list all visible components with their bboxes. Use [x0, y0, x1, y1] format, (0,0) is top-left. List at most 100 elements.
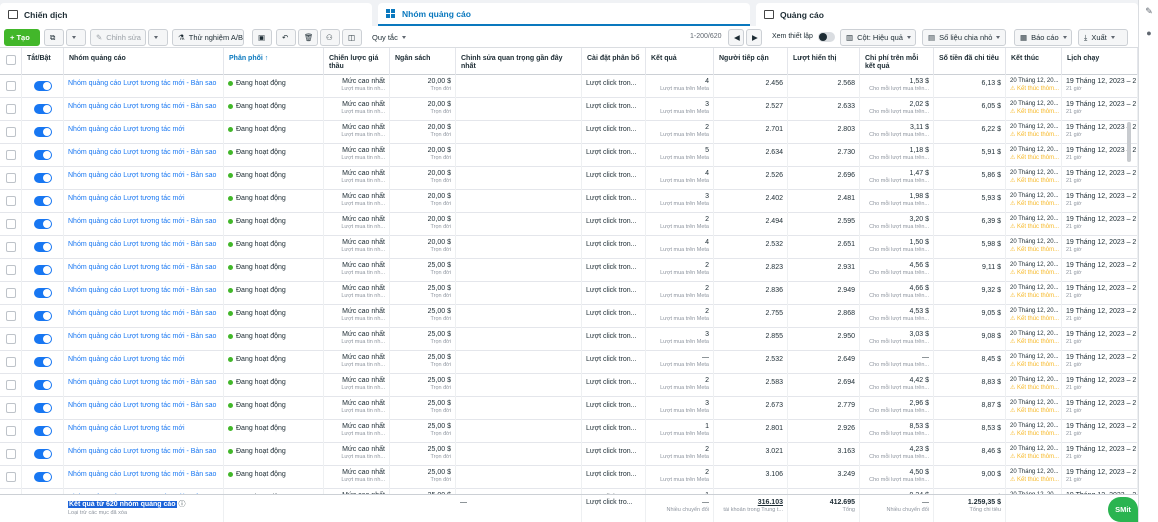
- on-off-toggle[interactable]: [34, 311, 52, 321]
- table-row[interactable]: Nhóm quảng cáo Lượt tương tác mới - Bản …: [0, 466, 1138, 489]
- on-off-toggle[interactable]: [34, 127, 52, 137]
- ad-set-name-link[interactable]: Nhóm quảng cáo Lượt tương tác mới - Bản …: [68, 379, 216, 386]
- row-checkbox[interactable]: [6, 288, 16, 298]
- view-setup-toggle[interactable]: [818, 32, 835, 42]
- preview-button[interactable]: ◫: [342, 29, 362, 46]
- table-row[interactable]: Nhóm quảng cáo Lượt tương tác mới - Bản …: [0, 397, 1138, 420]
- delete-draft-button[interactable]: ▣: [252, 29, 272, 46]
- table-row[interactable]: Nhóm quảng cáo Lượt tương tác mới - Bản …: [0, 98, 1138, 121]
- edit-button[interactable]: ✎ Chỉnh sửa: [90, 29, 146, 46]
- row-checkbox[interactable]: [6, 219, 16, 229]
- table-row[interactable]: Nhóm quảng cáo Lượt tương tác mới Đang ho…: [0, 190, 1138, 213]
- ab-test-button[interactable]: ⚗ Thử nghiệm A/B: [172, 29, 244, 46]
- on-off-toggle[interactable]: [34, 81, 52, 91]
- export-button[interactable]: ⤓ Xuất: [1078, 29, 1128, 46]
- on-off-toggle[interactable]: [34, 196, 52, 206]
- duplicate-button[interactable]: ⧉: [44, 29, 64, 46]
- prev-page-button[interactable]: ◀: [728, 29, 744, 46]
- row-checkbox[interactable]: [6, 127, 16, 137]
- on-off-toggle[interactable]: [34, 288, 52, 298]
- columns-button[interactable]: ▥ Cột: Hiệu quả: [840, 29, 916, 46]
- table-row[interactable]: Nhóm quảng cáo Lượt tương tác mới - Bản …: [0, 167, 1138, 190]
- ad-set-name-link[interactable]: Nhóm quảng cáo Lượt tương tác mới - Bản …: [68, 218, 216, 225]
- col-recent-edit[interactable]: Chỉnh sửa quan trọng gần đây nhất: [456, 48, 582, 75]
- undo-button[interactable]: ↶: [276, 29, 296, 46]
- table-row[interactable]: Nhóm quảng cáo Lượt tương tác mới - Bản …: [0, 144, 1138, 167]
- on-off-toggle[interactable]: [34, 449, 52, 459]
- col-bid[interactable]: Chiến lược giá thầu: [324, 48, 390, 75]
- row-checkbox[interactable]: [6, 104, 16, 114]
- ad-set-name-link[interactable]: Nhóm quảng cáo Lượt tương tác mới - Bản …: [68, 264, 216, 271]
- row-checkbox[interactable]: [6, 81, 16, 91]
- col-attribution[interactable]: Cài đặt phân bổ: [582, 48, 646, 75]
- col-cost-per-result[interactable]: Chi phí trên mỗi kết quả: [860, 48, 934, 75]
- on-off-toggle[interactable]: [34, 334, 52, 344]
- table-row[interactable]: Nhóm quảng cáo Lượt tương tác mới - Bản …: [0, 236, 1138, 259]
- col-reach[interactable]: Người tiếp cận: [714, 48, 788, 75]
- on-off-toggle[interactable]: [34, 472, 52, 482]
- next-page-button[interactable]: ▶: [746, 29, 762, 46]
- vertical-scrollbar[interactable]: [1127, 122, 1131, 162]
- table-row[interactable]: Nhóm quảng cáo Lượt tương tác mới - Bản …: [0, 282, 1138, 305]
- pencil-icon[interactable]: ✎: [1144, 6, 1154, 16]
- on-off-toggle[interactable]: [34, 403, 52, 413]
- tab-ads[interactable]: Quảng cáo: [756, 3, 1138, 26]
- col-budget[interactable]: Ngân sách: [390, 48, 456, 75]
- on-off-toggle[interactable]: [34, 173, 52, 183]
- ad-set-name-link[interactable]: Nhóm quảng cáo Lượt tương tác mới - Bản …: [68, 448, 216, 455]
- on-off-toggle[interactable]: [34, 219, 52, 229]
- table-row[interactable]: Nhóm quảng cáo Lượt tương tác mới - Bản …: [0, 374, 1138, 397]
- on-off-toggle[interactable]: [34, 104, 52, 114]
- col-ends[interactable]: Kết thúc: [1006, 48, 1062, 75]
- ad-set-name-link[interactable]: Nhóm quảng cáo Lượt tương tác mới: [68, 425, 185, 432]
- row-checkbox[interactable]: [6, 265, 16, 275]
- on-off-toggle[interactable]: [34, 265, 52, 275]
- col-toggle[interactable]: Tắt/Bật: [22, 48, 64, 75]
- on-off-toggle[interactable]: [34, 357, 52, 367]
- table-row[interactable]: Nhóm quảng cáo Lượt tương tác mới - Bản …: [0, 213, 1138, 236]
- ad-set-name-link[interactable]: Nhóm quảng cáo Lượt tương tác mới - Bản …: [68, 287, 216, 294]
- col-delivery[interactable]: Phân phối ↑: [224, 48, 324, 75]
- rules-button[interactable]: Quy tắc: [366, 29, 410, 46]
- table-row[interactable]: Nhóm quảng cáo Lượt tương tác mới - Bản …: [0, 259, 1138, 282]
- row-checkbox[interactable]: [6, 426, 16, 436]
- row-checkbox[interactable]: [6, 357, 16, 367]
- col-amount-spent[interactable]: Số tiền đã chi tiêu: [934, 48, 1006, 75]
- ad-set-name-link[interactable]: Nhóm quảng cáo Lượt tương tác mới - Bản …: [68, 333, 216, 340]
- row-checkbox[interactable]: [6, 196, 16, 206]
- row-checkbox[interactable]: [6, 472, 16, 482]
- tab-ad-sets[interactable]: Nhóm quảng cáo: [378, 3, 750, 26]
- col-results[interactable]: Kết quả: [646, 48, 714, 75]
- duplicate-dropdown[interactable]: [66, 29, 86, 46]
- row-checkbox[interactable]: [6, 380, 16, 390]
- ad-set-name-link[interactable]: Nhóm quảng cáo Lượt tương tác mới - Bản …: [68, 172, 216, 179]
- info-icon[interactable]: ⓘ: [179, 501, 186, 508]
- chat-widget-button[interactable]: SMit: [1108, 497, 1138, 522]
- row-checkbox[interactable]: [6, 334, 16, 344]
- ad-set-name-link[interactable]: Nhóm quảng cáo Lượt tương tác mới - Bản …: [68, 402, 216, 409]
- col-impressions[interactable]: Lượt hiển thị: [788, 48, 860, 75]
- ad-set-name-link[interactable]: Nhóm quảng cáo Lượt tương tác mới - Bản …: [68, 149, 216, 156]
- table-row[interactable]: Nhóm quảng cáo Lượt tương tác mới - Bản …: [0, 305, 1138, 328]
- select-all-checkbox[interactable]: [6, 55, 16, 65]
- ad-set-name-link[interactable]: Nhóm quảng cáo Lượt tương tác mới: [68, 195, 185, 202]
- row-checkbox[interactable]: [6, 150, 16, 160]
- table-row[interactable]: Nhóm quảng cáo Lượt tương tác mới Đang ho…: [0, 351, 1138, 374]
- table-row[interactable]: Nhóm quảng cáo Lượt tương tác mới Đang ho…: [0, 121, 1138, 144]
- tab-campaigns[interactable]: Chiến dịch: [0, 3, 372, 26]
- col-name[interactable]: Nhóm quảng cáo: [64, 48, 224, 75]
- table-row[interactable]: Nhóm quảng cáo Lượt tương tác mới Đang ho…: [0, 420, 1138, 443]
- table-row[interactable]: Nhóm quảng cáo Lượt tương tác mới - Bản …: [0, 328, 1138, 351]
- delete-button[interactable]: 🗑: [298, 29, 318, 46]
- col-schedule[interactable]: Lịch chạy: [1062, 48, 1138, 75]
- ad-set-name-link[interactable]: Nhóm quảng cáo Lượt tương tác mới - Bản …: [68, 103, 216, 110]
- table-row[interactable]: Nhóm quảng cáo Lượt tương tác mới - Bản …: [0, 443, 1138, 466]
- ad-set-name-link[interactable]: Nhóm quảng cáo Lượt tương tác mới - Bản …: [68, 80, 216, 87]
- ad-set-name-link[interactable]: Nhóm quảng cáo Lượt tương tác mới - Bản …: [68, 471, 216, 478]
- on-off-toggle[interactable]: [34, 380, 52, 390]
- row-checkbox[interactable]: [6, 242, 16, 252]
- table-row[interactable]: Nhóm quảng cáo Lượt tương tác mới - Bản …: [0, 75, 1138, 98]
- row-checkbox[interactable]: [6, 403, 16, 413]
- breakdown-button[interactable]: ▤ Số liệu chia nhỏ: [922, 29, 1006, 46]
- on-off-toggle[interactable]: [34, 242, 52, 252]
